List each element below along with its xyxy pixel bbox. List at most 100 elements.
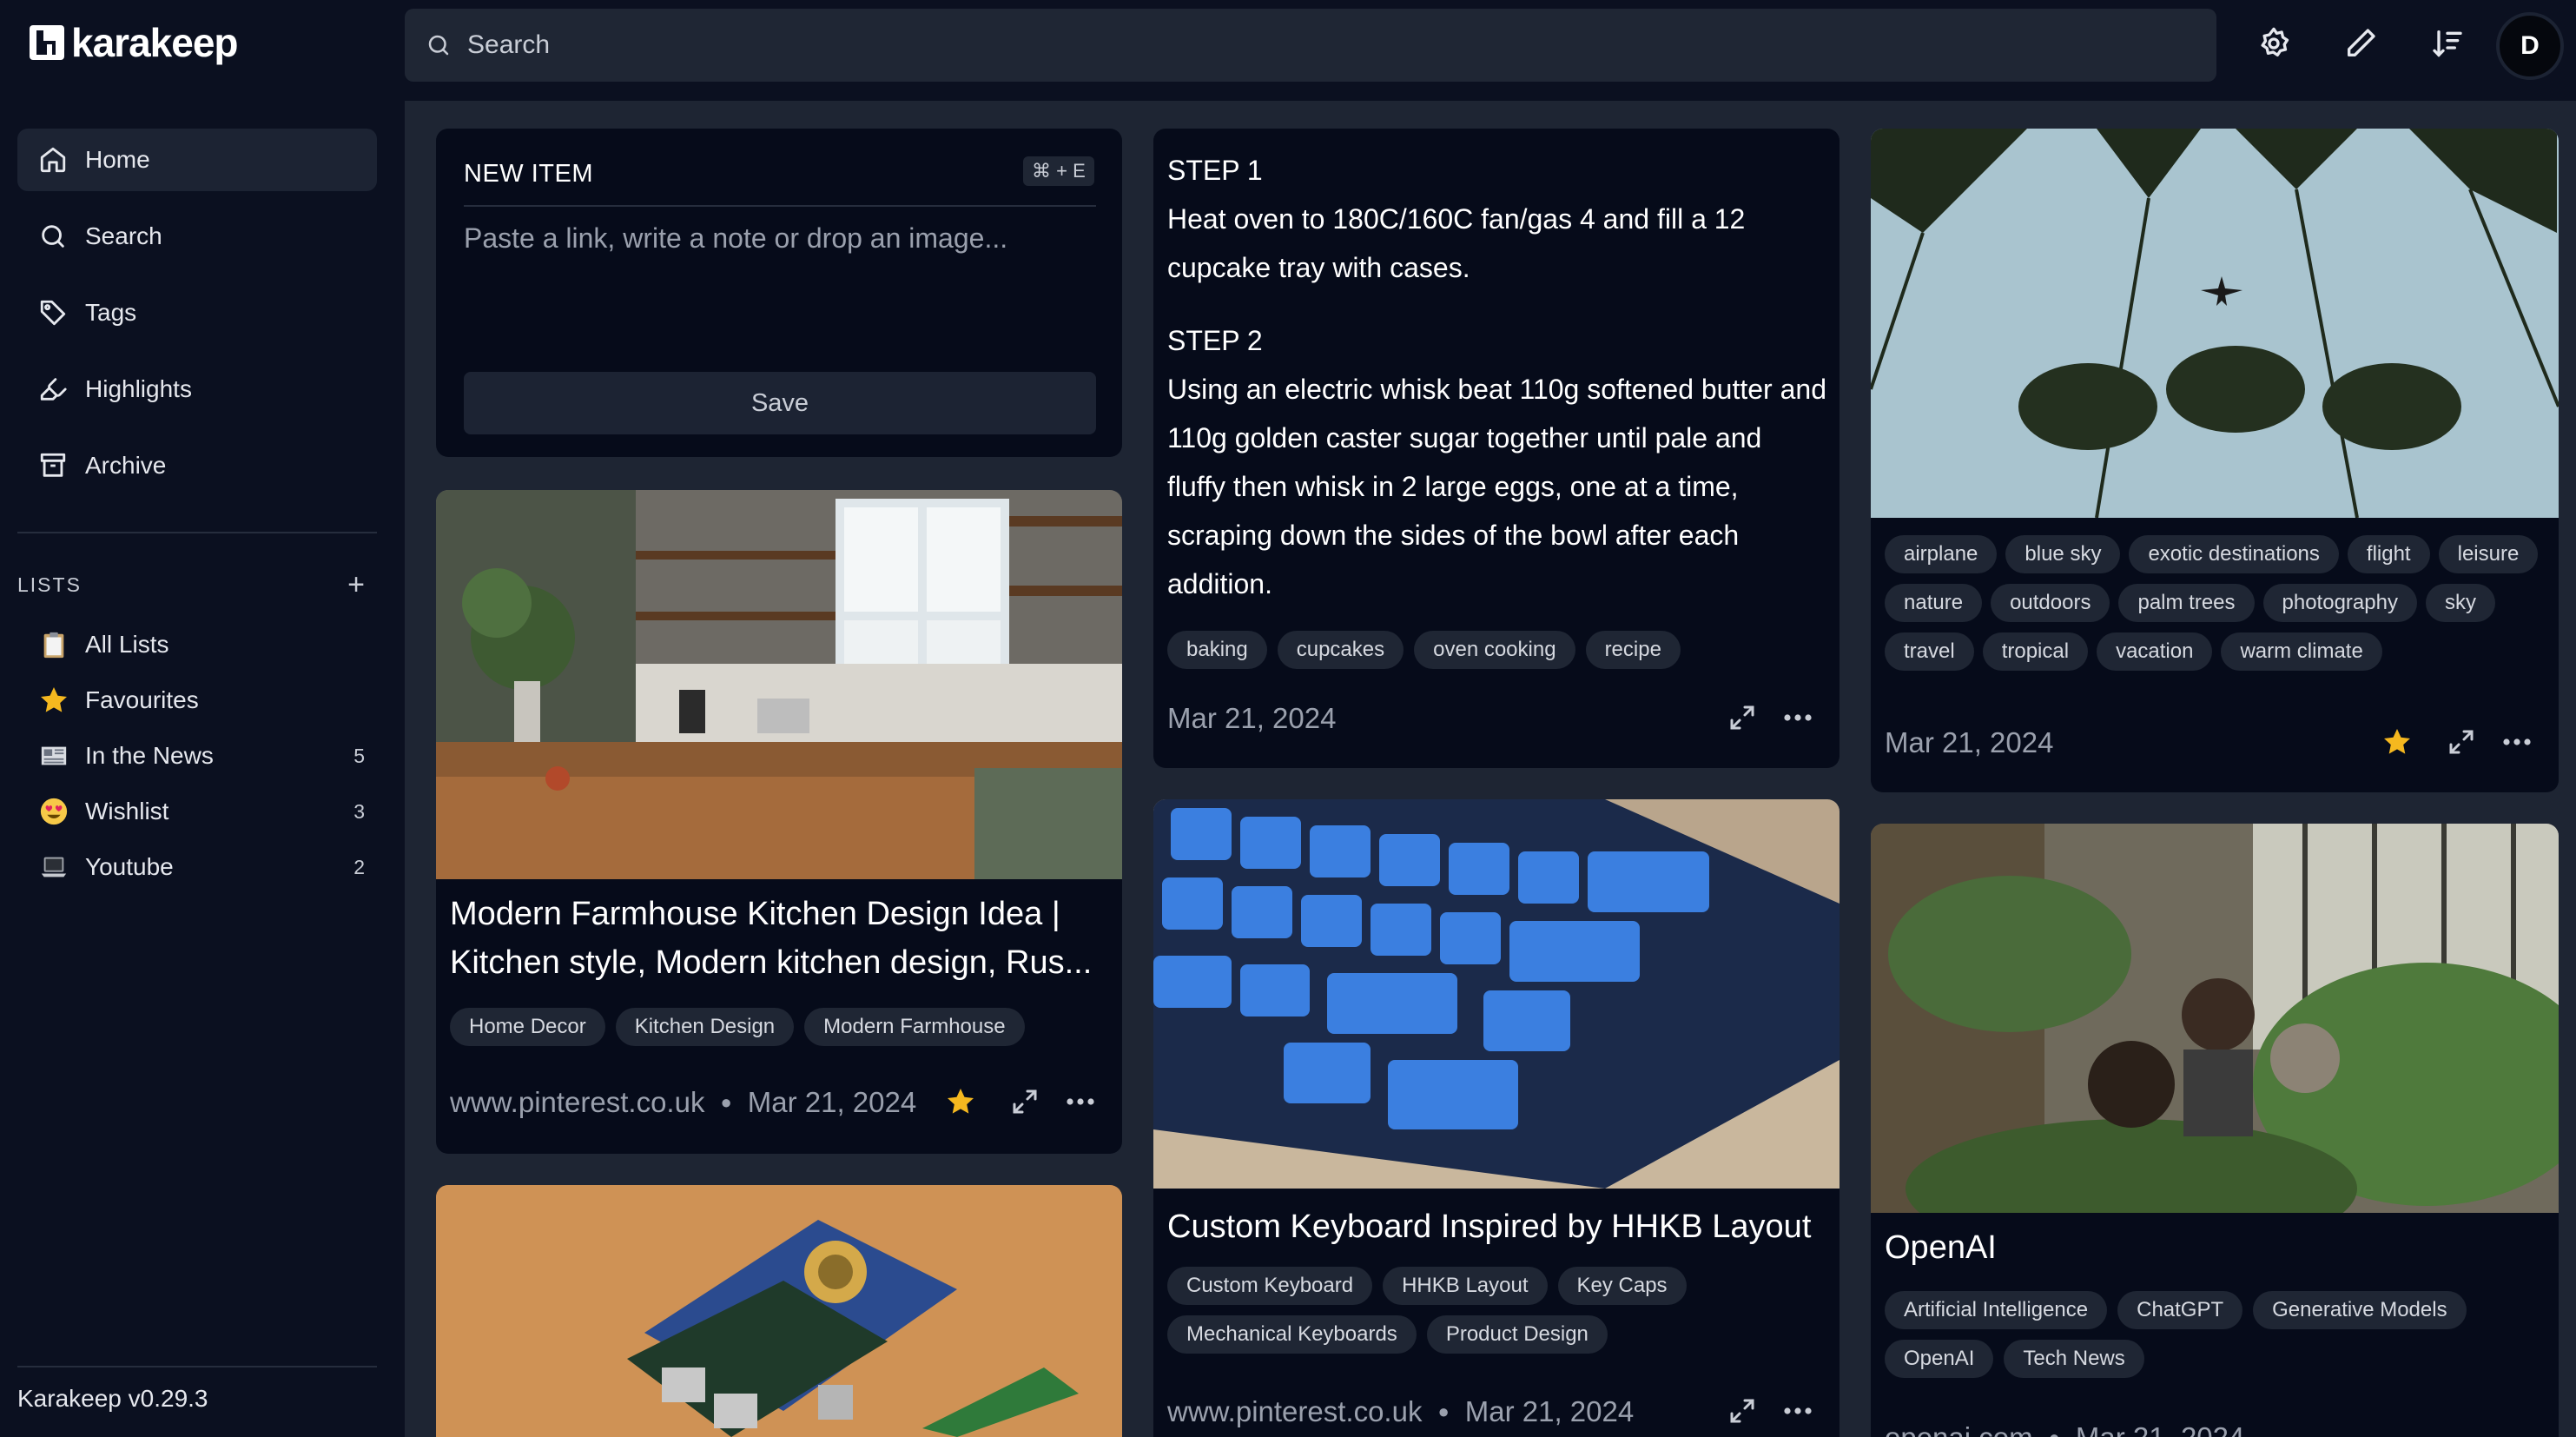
sort-icon[interactable] [2430,26,2465,61]
tag-list: Artificial Intelligence ChatGPT Generati… [1885,1291,2545,1378]
nav-item-archive[interactable]: Archive [17,434,377,497]
card-title[interactable]: Modern Farmhouse Kitchen Design Idea | K… [450,890,1110,987]
lists-title: LISTS [17,573,82,596]
more-options-icon[interactable] [2498,723,2536,761]
kitchen-image[interactable] [436,490,1122,879]
highlighter-icon [40,378,67,401]
archive-icon [40,453,66,477]
tag[interactable]: photography [2262,584,2417,622]
add-list-button[interactable]: + [347,570,365,599]
tag[interactable]: travel [1885,632,1974,671]
new-item-input[interactable]: Paste a link, write a note or drop an im… [464,222,1007,255]
nav-item-home[interactable]: Home [17,129,377,191]
tag[interactable]: Artificial Intelligence [1885,1291,2108,1329]
tag[interactable]: palm trees [2118,584,2255,622]
newspaper-icon [38,740,69,771]
favourite-star-icon[interactable] [2378,723,2416,761]
tag[interactable]: flight [2347,535,2430,573]
app-version: Karakeep v0.29.3 [17,1385,208,1412]
tag[interactable]: Key Caps [1557,1267,1687,1305]
star-icon [38,685,69,716]
note-content[interactable]: STEP 1 Heat oven to 180C/160C fan/gas 4 a… [1167,146,1827,632]
image-card-palm-trees[interactable]: airplane blue sky exotic destinations fl… [1871,129,2559,792]
more-options-icon[interactable] [1779,699,1817,737]
palm-trees-image[interactable] [1871,129,2559,518]
user-avatar[interactable]: D [2496,12,2564,80]
card-title[interactable]: OpenAI [1885,1223,1997,1272]
tag[interactable]: blue sky [2005,535,2121,573]
tag[interactable]: outdoors [1991,584,2110,622]
favourite-star-icon[interactable] [941,1083,980,1121]
gear-icon[interactable] [2256,26,2291,61]
tag[interactable]: HHKB Layout [1383,1267,1548,1305]
tag[interactable]: Product Design [1426,1315,1608,1354]
search-icon [42,225,64,248]
expand-icon[interactable] [1723,1392,1761,1430]
tag[interactable]: Custom Keyboard [1167,1267,1373,1305]
keyboard-image[interactable] [1153,799,1840,1189]
save-button[interactable]: Save [464,372,1096,434]
tag[interactable]: exotic destinations [2129,535,2339,573]
list-item-all-lists[interactable]: All Lists [38,617,365,672]
card-source[interactable]: www.pinterest.co.uk [450,1086,704,1119]
expand-icon[interactable] [1723,699,1761,737]
app-logo[interactable]: karakeep [28,19,238,66]
search-bar[interactable] [405,9,2216,82]
tag[interactable]: Mechanical Keyboards [1167,1315,1417,1354]
list-item-youtube[interactable]: Youtube 2 [38,839,365,895]
tag[interactable]: oven cooking [1414,631,1575,669]
tag[interactable]: warm climate [2221,632,2382,671]
more-options-icon[interactable] [1061,1083,1100,1121]
tag[interactable]: nature [1885,584,1983,622]
tag[interactable]: Generative Models [2253,1291,2467,1329]
tag-list: airplane blue sky exotic destinations fl… [1885,535,2553,671]
tag[interactable]: ChatGPT [2117,1291,2243,1329]
more-options-icon[interactable] [1779,1392,1817,1430]
sidebar: karakeep Home Search Tags Highlights Arc… [0,0,405,1437]
bookmark-card-openai[interactable]: OpenAI Artificial Intelligence ChatGPT G… [1871,824,2559,1437]
circuit-board-image[interactable] [436,1185,1122,1437]
bookmark-card-circuit-board[interactable] [436,1185,1122,1437]
pencil-icon[interactable] [2343,26,2378,61]
tag[interactable]: Kitchen Design [615,1008,795,1046]
tag[interactable]: recipe [1585,631,1681,669]
card-source[interactable]: www.pinterest.co.uk [1167,1395,1422,1428]
tag[interactable]: leisure [2438,535,2539,573]
nav-item-tags[interactable]: Tags [17,281,377,344]
nav-item-highlights[interactable]: Highlights [17,358,377,421]
note-card-recipe[interactable]: STEP 1 Heat oven to 180C/160C fan/gas 4 a… [1153,129,1840,768]
bookmark-card-kitchen[interactable]: Modern Farmhouse Kitchen Design Idea | K… [436,490,1122,1154]
list-item-wishlist[interactable]: Wishlist 3 [38,784,365,839]
tag[interactable]: Tech News [2004,1340,2144,1378]
tag[interactable]: airplane [1885,535,1998,573]
nav-label: Search [85,222,162,249]
step-2-title: STEP 2 [1167,325,1263,356]
nav-label: Home [85,146,150,173]
tag[interactable]: sky [2425,584,2495,622]
tag[interactable]: tropical [1982,632,2089,671]
new-item-card: NEW ITEM ⌘ + E Paste a link, write a not… [436,129,1122,457]
card-meta: Mar 21, 2024 [1885,726,2053,759]
tag[interactable]: Home Decor [450,1008,605,1046]
expand-icon[interactable] [1006,1083,1044,1121]
list-item-favourites[interactable]: Favourites [38,672,365,728]
bookmark-card-keyboard[interactable]: Custom Keyboard Inspired by HHKB Layout … [1153,799,1840,1437]
main-nav: Home Search Tags Highlights Archive [17,129,377,511]
top-bar: D [405,0,2576,101]
tag[interactable]: vacation [2097,632,2213,671]
tag[interactable]: Modern Farmhouse [804,1008,1025,1046]
card-date: Mar 21, 2024 [1464,1395,1635,1427]
card-title[interactable]: Custom Keyboard Inspired by HHKB Layout [1167,1202,1827,1251]
list-count: 5 [353,744,365,767]
tag-icon [40,300,66,326]
tag[interactable]: baking [1167,631,1267,669]
search-input[interactable] [467,30,2117,60]
expand-icon[interactable] [2442,723,2480,761]
tag[interactable]: cupcakes [1277,631,1404,669]
nav-label: Archive [85,452,167,479]
nav-item-search[interactable]: Search [17,205,377,268]
openai-image[interactable] [1871,824,2559,1213]
list-item-in-the-news[interactable]: In the News 5 [38,728,365,784]
card-source[interactable]: openai.com [1885,1421,2033,1437]
tag[interactable]: OpenAI [1885,1340,1994,1378]
